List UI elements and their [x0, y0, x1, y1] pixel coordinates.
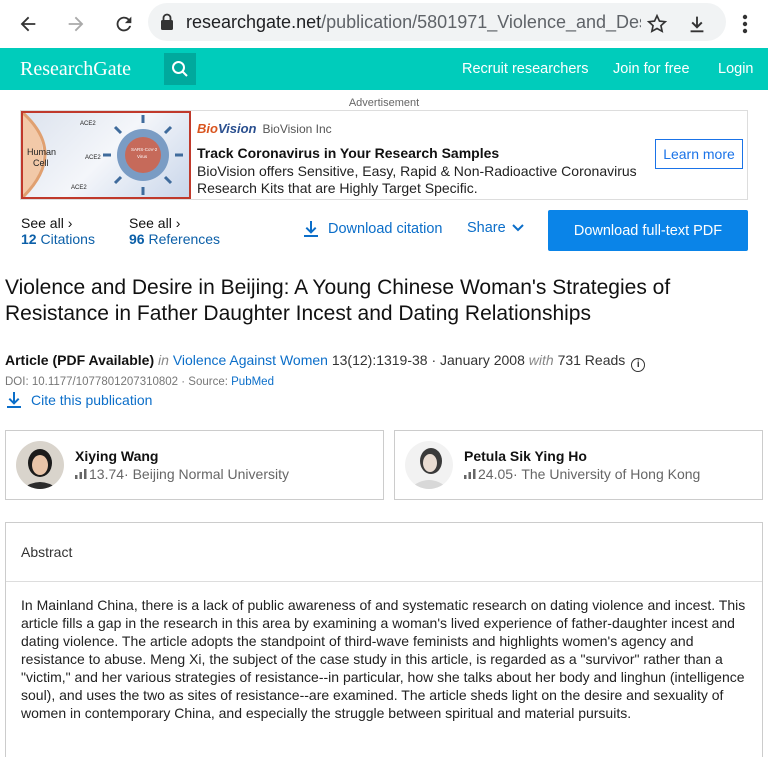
back-icon[interactable] — [14, 10, 42, 38]
download-citation-button[interactable]: Download citation — [302, 220, 442, 238]
author-name[interactable]: Xiying Wang — [75, 448, 158, 464]
researchgate-logo[interactable]: ResearchGate — [20, 58, 131, 81]
avatar[interactable] — [405, 441, 453, 489]
author-score: 24.05 — [478, 466, 514, 482]
svg-text:Cell: Cell — [33, 158, 49, 168]
search-button[interactable] — [164, 53, 196, 85]
browser-toolbar: researchgate.net/publication/5801971_Vio… — [0, 0, 768, 48]
article-meta: Article (PDF Available) in Violence Agai… — [5, 352, 646, 372]
join-for-free-link[interactable]: Join for free — [613, 61, 690, 77]
references-stat[interactable]: See all › 96 References — [129, 215, 220, 247]
chevron-down-icon — [511, 224, 524, 232]
advertisement[interactable]: Human Cell ACE2 ACE2 ACE2 SARS-CoV-2 Vir… — [20, 110, 748, 200]
source-link[interactable]: PubMed — [231, 376, 274, 388]
learn-more-button[interactable]: Learn more — [655, 139, 743, 169]
citations-count: 12 — [21, 231, 37, 247]
avatar[interactable] — [16, 441, 64, 489]
share-button[interactable]: Share — [467, 220, 524, 236]
see-all-references[interactable]: See all › — [129, 215, 220, 231]
ad-label: Advertisement — [348, 97, 420, 109]
ad-brand: BioVision BioVision Inc — [197, 121, 332, 136]
address-bar[interactable]: researchgate.net/publication/5801971_Vio… — [148, 3, 726, 41]
reads-count: 731 Reads — [557, 352, 626, 368]
download-full-text-pdf-button[interactable]: Download full-text PDF — [548, 210, 748, 251]
article-title: Violence and Desire in Beijing: A Young … — [5, 276, 671, 325]
references-count: 96 — [129, 231, 145, 247]
svg-text:ACE2: ACE2 — [80, 121, 96, 127]
doi-line: DOI: 10.1177/1077801207310802 · Source: … — [5, 376, 274, 388]
download-icon — [7, 392, 21, 408]
share-label: Share — [467, 220, 506, 236]
site-header: ResearchGate Recruit researchers Join fo… — [0, 48, 768, 90]
author-card[interactable]: Petula Sik Ying Ho 24.05 · The Universit… — [394, 430, 763, 500]
ad-image[interactable]: Human Cell ACE2 ACE2 ACE2 SARS-CoV-2 Vir… — [21, 111, 191, 199]
author-card[interactable]: Xiying Wang 13.74 · Beijing Normal Unive… — [5, 430, 384, 500]
citations-stat[interactable]: See all › 12 Citations — [21, 215, 95, 247]
references-label: References — [148, 231, 221, 247]
abstract-text: In Mainland China, there is a lack of pu… — [21, 597, 746, 721]
info-icon[interactable]: i — [631, 358, 646, 372]
author-name[interactable]: Petula Sik Ying Ho — [464, 448, 587, 464]
svg-text:Human: Human — [27, 147, 56, 157]
author-affiliation: · The University of Hong Kong — [513, 466, 701, 482]
url-text: researchgate.net/publication/5801971_Vio… — [186, 11, 641, 32]
download-citation-label: Download citation — [328, 221, 443, 237]
abstract-section: Abstract In Mainland China, there is a l… — [5, 522, 763, 757]
reload-icon[interactable] — [110, 10, 138, 38]
ad-company: BioVision Inc — [262, 121, 332, 136]
download-icon[interactable] — [683, 10, 711, 38]
abstract-heading: Abstract — [6, 523, 762, 582]
ad-description: BioVision offers Sensitive, Easy, Rapid … — [197, 163, 637, 196]
lock-icon — [160, 13, 176, 31]
see-all-citations[interactable]: See all › — [21, 215, 95, 231]
login-link[interactable]: Login — [718, 61, 753, 77]
cite-this-publication-button[interactable]: Cite this publication — [5, 391, 152, 409]
journal-link[interactable]: Violence Against Women — [173, 352, 328, 368]
svg-text:Virus: Virus — [137, 154, 148, 159]
search-icon — [172, 61, 188, 77]
score-bars-icon — [75, 469, 87, 479]
author-score: 13.74 — [89, 466, 125, 482]
recruit-researchers-link[interactable]: Recruit researchers — [462, 61, 589, 77]
citations-label: Citations — [40, 231, 95, 247]
bookmark-star-icon[interactable] — [643, 10, 671, 38]
journal-issue: 13(12):1319-38 · January 2008 — [331, 352, 525, 368]
author-info: 13.74 · Beijing Normal University — [75, 466, 289, 482]
author-affiliation: · Beijing Normal University — [124, 466, 289, 482]
article-type: Article (PDF Available) — [5, 352, 155, 368]
biovision-logo: BioVision — [197, 121, 257, 136]
download-icon — [304, 221, 318, 237]
svg-text:ACE2: ACE2 — [71, 185, 87, 191]
menu-kebab-icon[interactable] — [731, 10, 759, 38]
forward-icon[interactable] — [62, 10, 90, 38]
score-bars-icon — [464, 469, 476, 479]
ad-title[interactable]: Track Coronavirus in Your Research Sampl… — [197, 145, 499, 161]
svg-text:SARS-CoV-2: SARS-CoV-2 — [131, 147, 158, 152]
author-info: 24.05 · The University of Hong Kong — [464, 466, 700, 482]
svg-text:ACE2: ACE2 — [85, 155, 101, 161]
